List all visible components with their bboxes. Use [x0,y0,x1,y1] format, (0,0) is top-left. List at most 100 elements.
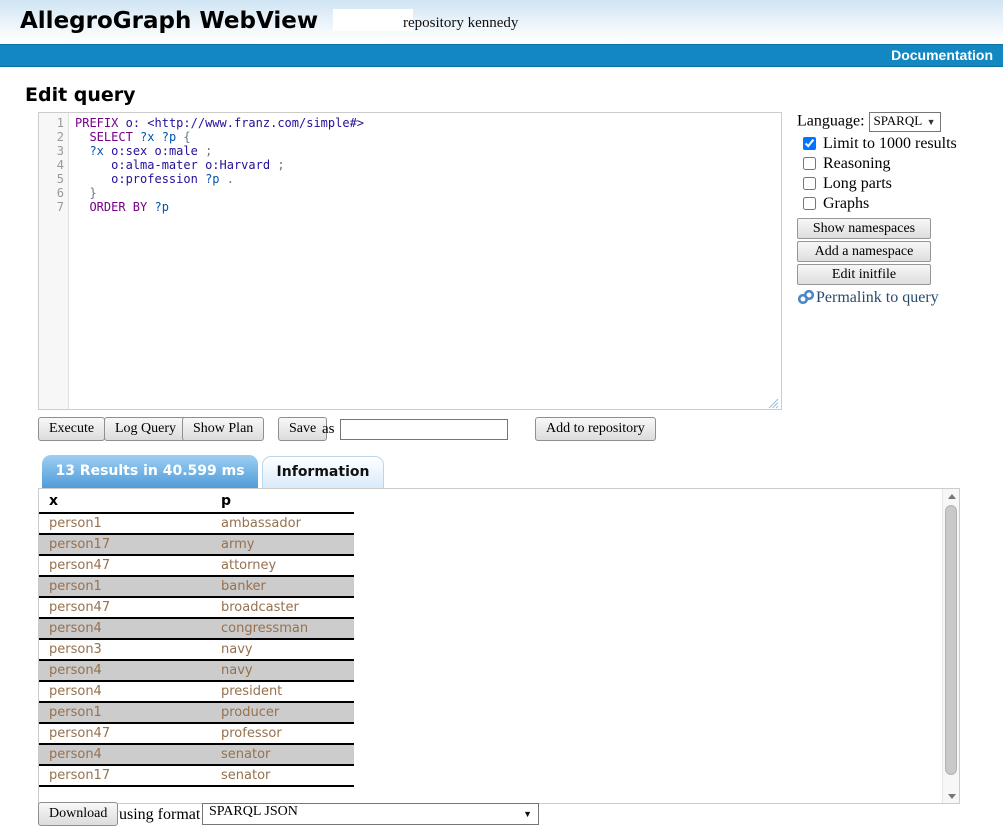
result-cell-x[interactable]: person4 [39,660,211,681]
code-token: <http://www.franz.com/simple#> [147,116,364,130]
result-cell-x[interactable]: person4 [39,744,211,765]
code-token [75,144,89,158]
result-cell-p[interactable]: senator [211,765,354,786]
result-cell-p[interactable]: navy [211,660,354,681]
checkbox-label: Reasoning [823,155,891,172]
chevron-down-icon: ▼ [927,117,936,127]
link-icon [797,289,815,305]
result-cell-p[interactable]: senator [211,744,354,765]
edit-initfile-button[interactable]: Edit initfile [797,264,931,285]
result-cell-p[interactable]: president [211,681,354,702]
table-row: person17army [39,534,354,555]
code-token: { [176,130,190,144]
chevron-down-icon: ▼ [523,809,532,819]
result-cell-x[interactable]: person1 [39,702,211,723]
language-label: Language: [797,113,865,130]
scroll-down-button[interactable] [943,788,960,803]
tab-results[interactable]: 13 Results in 40.599 ms [42,455,258,488]
nav-separator: | [37,68,53,84]
result-cell-x[interactable]: person17 [39,534,211,555]
nav-separator: | [126,68,142,84]
result-cell-x[interactable]: person47 [39,555,211,576]
add-to-repository-button[interactable]: Add to repository [535,417,656,441]
masked-area [333,9,413,31]
triangle-up-icon [948,494,956,499]
language-select[interactable]: SPARQL ▼ [869,112,941,132]
result-cell-p[interactable]: attorney [211,555,354,576]
option-checkboxes: Limit to 1000 resultsReasoningLong parts… [797,135,1003,215]
checkbox-long-parts[interactable] [803,177,816,190]
code-text: o:profession ?p . [69,172,234,186]
code-token: ?p [154,200,168,214]
nav-item-utilities[interactable]: Utilities [210,68,261,84]
result-cell-x[interactable]: person1 [39,513,211,534]
format-select[interactable]: SPARQL JSON ▼ [202,803,539,825]
show-plan-button[interactable]: Show Plan [182,417,264,441]
save-name-input[interactable] [340,419,508,440]
scrollbar-thumb[interactable] [945,505,957,775]
checkbox-limit-to-1000-results[interactable] [803,137,816,150]
result-cell-x[interactable]: person1 [39,576,211,597]
triangle-down-icon [948,794,956,799]
nav-item-queries[interactable]: Queries [142,68,194,84]
result-cell-p[interactable]: professor [211,723,354,744]
result-cell-p[interactable]: congressman [211,618,354,639]
app-title: AllegroGraph WebView [20,8,318,34]
code-token [155,130,162,144]
code-token: o:sex [111,144,147,158]
table-row: person4senator [39,744,354,765]
nav-separator: | [320,68,336,84]
code-token: o:Harvard [205,158,270,172]
line-number: 7 [39,200,69,214]
result-cell-x[interactable]: person47 [39,597,211,618]
download-button[interactable]: Download [38,802,118,826]
code-text: PREFIX o: <http://www.franz.com/simple#> [69,116,364,130]
result-cell-x[interactable]: person17 [39,765,211,786]
table-row: person1ambassador [39,513,354,534]
result-cell-p[interactable]: navy [211,639,354,660]
using-format-label: using format [119,806,200,824]
scroll-up-button[interactable] [943,489,960,504]
checkbox-reasoning[interactable] [803,157,816,170]
nav-separator: | [194,68,210,84]
nav-link-documentation[interactable]: Documentation [891,45,993,66]
line-number: 1 [39,116,69,130]
query-editor[interactable]: 1PREFIX o: <http://www.franz.com/simple#… [38,112,782,410]
code-token: } [89,186,96,200]
table-row: person1banker [39,576,354,597]
result-cell-x[interactable]: person4 [39,618,211,639]
execute-button[interactable]: Execute [38,417,105,441]
result-cell-x[interactable]: person47 [39,723,211,744]
nav-item-repository[interactable]: Repository [53,68,126,84]
add-a-namespace-button[interactable]: Add a namespace [797,241,931,262]
results-table: x p person1ambassadorperson17armyperson4… [39,489,354,787]
result-cell-p[interactable]: broadcaster [211,597,354,618]
result-cell-p[interactable]: ambassador [211,513,354,534]
save-button[interactable]: Save [278,417,327,441]
result-cell-x[interactable]: person3 [39,639,211,660]
table-row: person47broadcaster [39,597,354,618]
show-namespaces-button[interactable]: Show namespaces [797,218,931,239]
log-query-button[interactable]: Log Query [104,417,187,441]
table-row: person4president [39,681,354,702]
permalink-to-query-link[interactable]: Permalink to query [797,289,1003,307]
result-cell-p[interactable]: army [211,534,354,555]
nav-item-admin[interactable]: Admin [277,68,321,84]
tab-information[interactable]: Information [262,456,384,488]
code-lines: 1PREFIX o: <http://www.franz.com/simple#… [39,116,781,214]
column-header-p: p [211,489,354,513]
code-token: PREFIX [75,116,118,130]
result-cell-p[interactable]: producer [211,702,354,723]
code-line-4: 4 o:alma-mater o:Harvard ; [39,158,781,172]
format-value: SPARQL JSON [209,804,298,819]
nav-item-user-test[interactable]: User test [336,68,396,84]
checkbox-graphs[interactable] [803,197,816,210]
result-cell-p[interactable]: banker [211,576,354,597]
resize-grip-icon[interactable] [768,396,779,407]
checkbox-label: Limit to 1000 results [823,135,957,152]
back-arrow-icon[interactable]: ↰ [24,68,38,84]
table-row: person47attorney [39,555,354,576]
code-text: } [69,186,97,200]
result-cell-x[interactable]: person4 [39,681,211,702]
option-buttons: Show namespacesAdd a namespaceEdit initf… [797,218,1003,285]
